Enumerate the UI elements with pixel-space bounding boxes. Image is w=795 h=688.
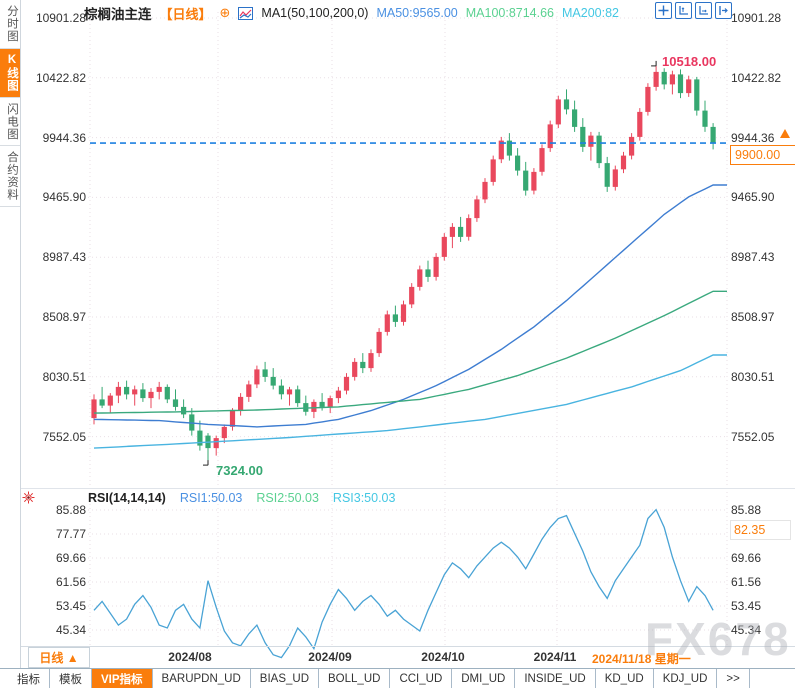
rsi-tick-label-left: 61.56 [55,574,86,589]
rsi-tick-label-right: 61.56 [731,574,762,589]
toolbar-tab-indicator[interactable]: 指标 [8,669,50,688]
price-up-arrow-icon [780,129,790,138]
ma200-line [93,354,727,449]
toolbar-tab-kd[interactable]: KD_UD [596,669,654,688]
price-tick-label-right: 9465.90 [731,190,775,205]
fit-horizontal-axis-icon[interactable] [695,2,712,19]
rsi-indicator-header: RSI(14,14,14) RSI1:50.03 RSI2:50.03 RSI3… [88,491,395,505]
toolbar-tab-kdj[interactable]: KDJ_UD [654,669,718,688]
date-axis-label: 2024/09 [308,650,352,664]
toolbar-tab-dmi[interactable]: DMI_UD [452,669,516,688]
expand-circle-icon[interactable]: ⊕ [220,5,231,21]
sidebar-tab-lightning-chart[interactable]: 闪电图 [0,98,20,146]
indicator-toolbar: 指标 模板 VIP指标 BARUPDN_UD BIAS_UD BOLL_UD C… [0,668,795,688]
rsi2-value: RSI2:50.03 [256,491,319,505]
crosshair-date-label: 2024/11/18 星期一 [592,652,691,666]
toolbar-tab-cci[interactable]: CCI_UD [390,669,453,688]
rsi3-value: RSI3:50.03 [332,491,396,505]
rsi-tick-label-right: 69.66 [731,551,762,565]
chart-tool-buttons [655,2,732,19]
date-axis-label: 2024/08 [168,650,212,664]
price-tick-label-right: 8987.43 [731,250,775,265]
price-tick-label-right: 10422.82 [731,70,782,85]
rsi-tick-label-left: 53.45 [55,598,86,613]
price-tick-label-left: 7552.05 [42,429,86,444]
period-selector[interactable]: 日线 ▲ [28,647,90,668]
chart-type-sidebar: 分时图 K线图 闪电图 合约资料 [0,0,21,668]
ma50-value: MA50:9565.00 [376,6,458,20]
grid-lines [88,12,728,645]
rsi-title: RSI(14,14,14) [88,491,166,505]
fit-vertical-axis-icon[interactable] [675,2,692,19]
price-tick-label-left: 10901.28 [35,11,86,25]
axis-row-divider [20,646,795,647]
last-price-badge: 9900.00 [730,145,795,165]
rsi-tick-label-right: 53.45 [731,598,762,613]
price-tick-label-left: 9944.36 [42,130,86,145]
sidebar-tab-contract-info[interactable]: 合约资料 [0,146,20,207]
price-tick-label-right: 10901.28 [731,11,782,25]
rsi-tick-label-right: 85.88 [731,503,762,517]
high-price-label: 10518.00 [662,54,717,69]
rsi1-value: RSI1:50.03 [179,491,243,505]
symbol-name: 棕榈油主连 [84,7,152,22]
rsi-current-value-badge: 82.35 [730,520,791,540]
candles-series [91,65,716,466]
mini-chart-icon[interactable] [238,6,254,20]
low-price-label: 7324.00 [216,463,263,478]
rsi-tick-label-right: 45.34 [731,622,762,637]
ma50-line [93,184,727,428]
rsi-tick-label-left: 77.77 [55,527,86,541]
toolbar-tab-more[interactable]: >> [717,669,750,688]
toolbar-tab-vip-indicator[interactable]: VIP指标 [92,669,153,688]
ma200-value: MA200:82 [562,6,619,20]
high-marker [651,60,657,67]
low-marker [203,460,209,466]
ma-settings-label: MA1(50,100,200,0) [261,6,369,20]
price-tick-label-right: 8508.97 [731,310,775,324]
scroll-right-icon[interactable] [715,2,732,19]
trading-app-window: FX678 分时图 K线图 闪电图 合约资料 棕榈油主连 【日线】 ⊕ MA1(… [0,0,795,688]
rsi-line [93,508,714,659]
sidebar-tab-time-chart[interactable]: 分时图 [0,0,20,49]
toolbar-tab-boll[interactable]: BOLL_UD [319,669,391,688]
chart-title-bar: 棕榈油主连 【日线】 ⊕ MA1(50,100,200,0) MA50:9565… [84,3,619,23]
price-tick-label-left: 8030.51 [42,369,86,384]
price-tick-label-left: 8987.43 [42,250,86,265]
ma100-value: MA100:8714.66 [465,6,555,20]
toolbar-tab-template[interactable]: 模板 [50,669,92,688]
price-tick-label-left: 9465.90 [42,190,86,205]
price-tick-label-right: 8030.51 [731,369,775,384]
ma100-line [93,290,727,414]
panel-divider [20,488,795,489]
toolbar-tab-bias[interactable]: BIAS_UD [251,669,320,688]
period-label: 【日线】 [159,6,212,22]
rsi-tick-label-left: 69.66 [55,551,86,565]
date-axis-label: 2024/10 [421,650,465,664]
sidebar-tab-kline-chart[interactable]: K线图 [0,48,20,98]
price-tick-label-left: 8508.97 [42,310,86,324]
candlestick-chart[interactable] [0,0,795,688]
rsi-tick-label-left: 85.88 [55,503,86,517]
price-tick-label-left: 10422.82 [35,70,86,85]
toolbar-tab-inside[interactable]: INSIDE_UD [515,669,596,688]
crosshair-icon[interactable] [655,2,672,19]
date-axis-label: 2024/11 [533,650,577,664]
price-tick-label-right: 7552.05 [731,429,775,444]
rsi-tick-label-left: 45.34 [55,622,86,637]
toolbar-tab-barupdn[interactable]: BARUPDN_UD [153,669,251,688]
